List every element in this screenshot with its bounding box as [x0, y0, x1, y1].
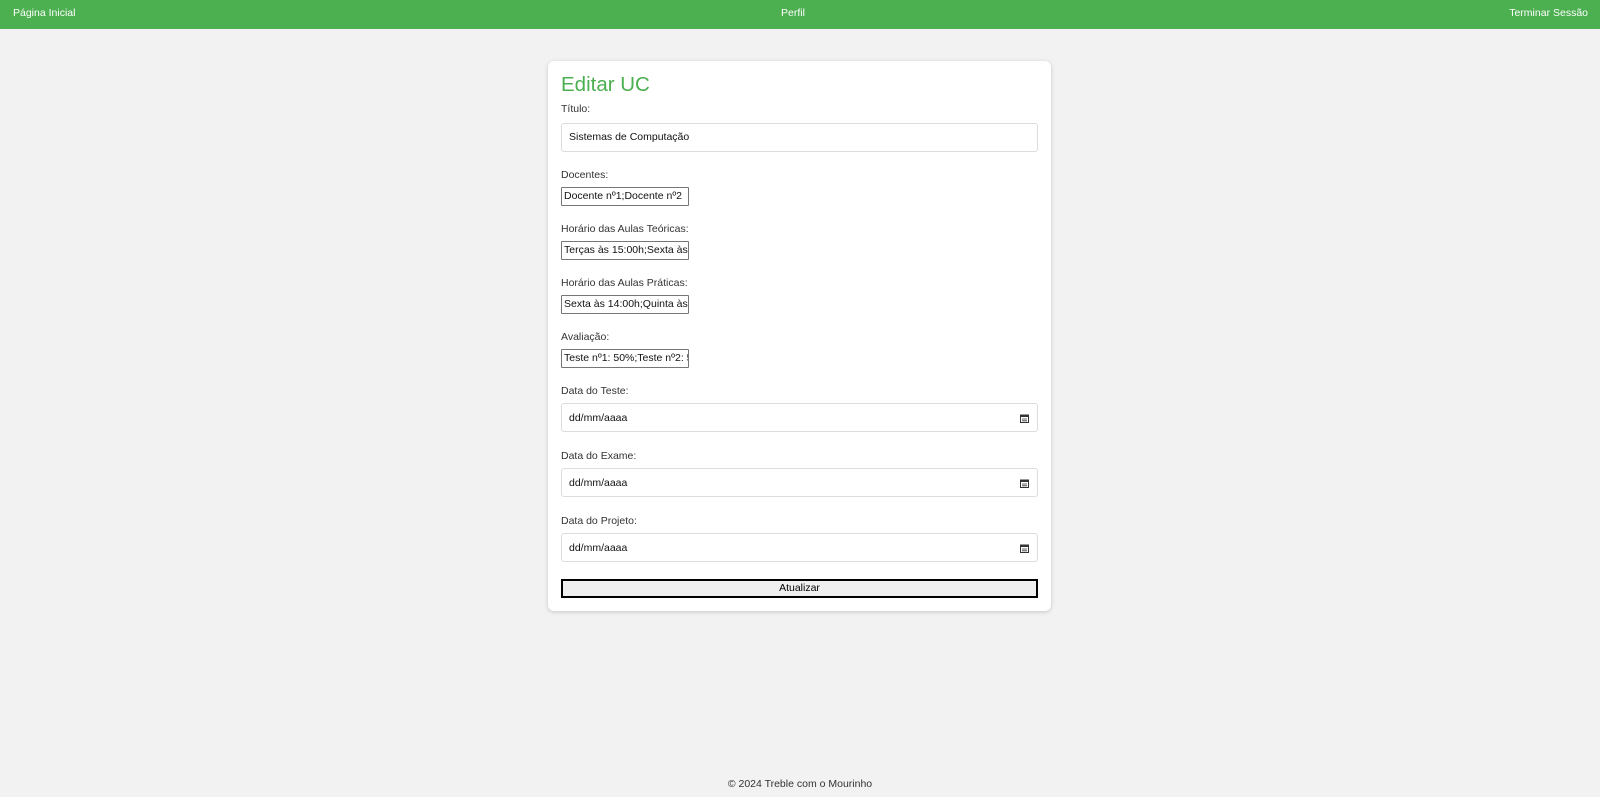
nav-home-link[interactable]: Página Inicial — [13, 7, 75, 20]
exame-date-input[interactable]: dd/mm/aaaa — [561, 468, 1038, 497]
page-title: Editar UC — [561, 73, 650, 96]
projeto-date-label: Data do Projeto: — [561, 515, 637, 527]
titulo-label: Título: — [561, 103, 591, 115]
nav-profile-link[interactable]: Perfil — [781, 7, 805, 20]
edit-uc-form-card: Editar UC Título: Sistemas de Computação… — [548, 61, 1051, 611]
projeto-date-input[interactable]: dd/mm/aaaa — [561, 533, 1038, 562]
projeto-date-placeholder: dd/mm/aaaa — [569, 542, 628, 554]
update-button[interactable]: Atualizar — [561, 579, 1038, 598]
calendar-icon[interactable] — [1020, 479, 1029, 488]
calendar-icon[interactable] — [1020, 544, 1029, 553]
teste-date-input[interactable]: dd/mm/aaaa — [561, 403, 1038, 432]
teoricas-label: Horário das Aulas Teóricas: — [561, 223, 689, 235]
exame-date-placeholder: dd/mm/aaaa — [569, 477, 628, 489]
calendar-icon[interactable] — [1020, 414, 1029, 423]
top-navigation-bar: Página Inicial Perfil Terminar Sessão — [0, 0, 1600, 29]
teste-date-placeholder: dd/mm/aaaa — [569, 412, 628, 424]
footer-copyright: © 2024 Treble com o Mourinho — [727, 778, 873, 790]
praticas-input[interactable]: Sexta às 14:00h;Quinta às — [561, 295, 689, 314]
docentes-input[interactable]: Docente nº1;Docente nº2 — [561, 187, 689, 206]
teoricas-input[interactable]: Terças às 15:00h;Sexta às — [561, 241, 689, 260]
exame-date-label: Data do Exame: — [561, 450, 637, 462]
avaliacao-label: Avaliação: — [561, 331, 610, 343]
teste-date-label: Data do Teste: — [561, 385, 629, 397]
praticas-label: Horário das Aulas Práticas: — [561, 277, 688, 289]
titulo-input[interactable]: Sistemas de Computação — [561, 123, 1038, 152]
avaliacao-input[interactable]: Teste nº1: 50%;Teste nº2: 5 — [561, 349, 689, 368]
nav-logout-link[interactable]: Terminar Sessão — [1509, 7, 1588, 20]
docentes-label: Docentes: — [561, 169, 609, 181]
